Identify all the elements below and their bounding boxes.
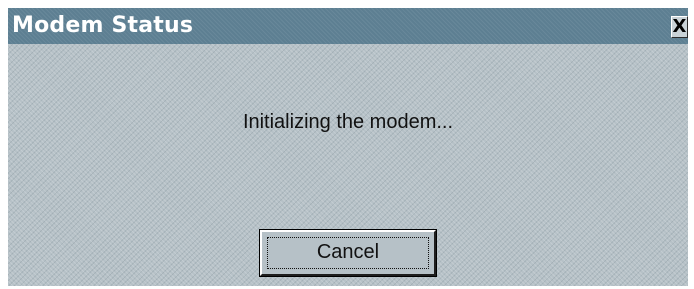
window-title: Modem Status (12, 13, 194, 38)
cancel-button[interactable]: Cancel (259, 229, 437, 277)
close-icon: X (672, 16, 687, 37)
cancel-button-label: Cancel (316, 241, 380, 263)
modem-status-dialog: Modem Status X Initializing the modem...… (8, 8, 688, 286)
title-bar[interactable]: Modem Status X (8, 8, 688, 44)
close-button[interactable]: X (671, 16, 688, 38)
status-message: Initializing the modem... (242, 111, 454, 133)
